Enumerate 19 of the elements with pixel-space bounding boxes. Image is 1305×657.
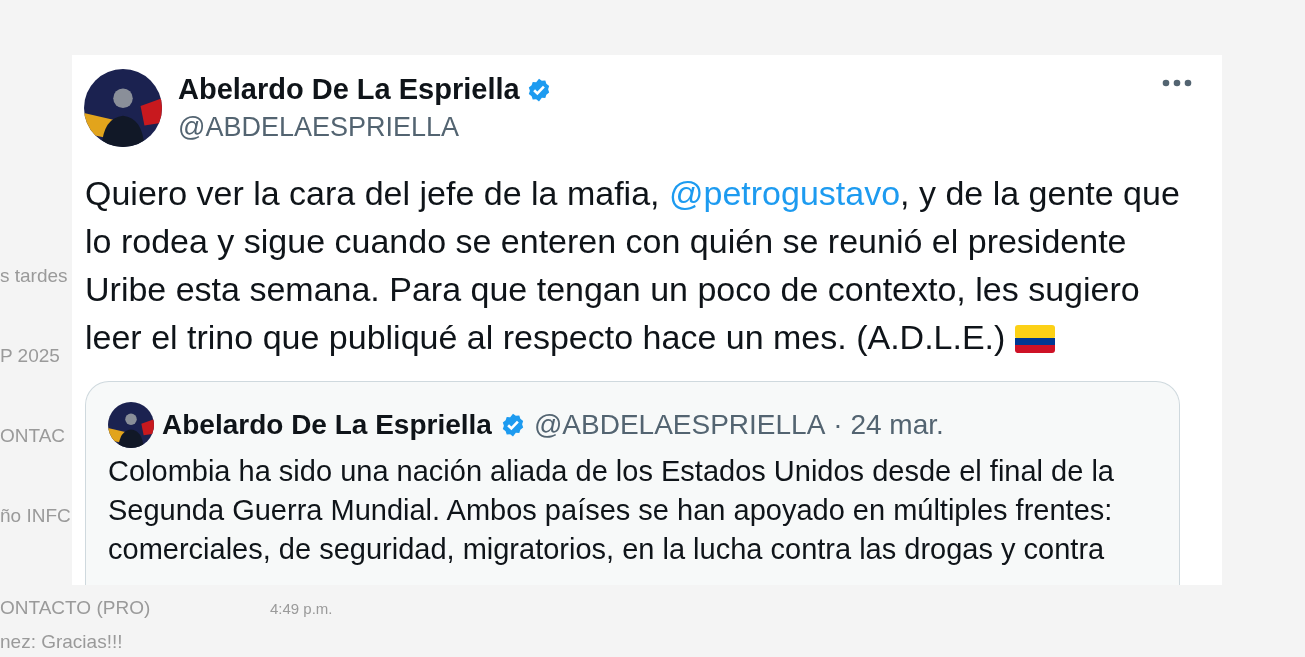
background-text: P 2025: [0, 345, 61, 367]
chat-time: 4:49 p.m.: [270, 600, 333, 617]
post-text: Quiero ver la cara del jefe de la mafia, @petrogustavo, y de la gente que lo rodea y sigue cuando se enteren con quién se reunió el presidente Uribe esta semana. Para que tengan un poco de contexto, les sugiero leer el trino que publiqué al respecto hace un mes. (A.D.L.E.): [85, 173, 1180, 358]
quoted-author-name: Abelardo De La Espriella: [162, 409, 492, 441]
background-text: s tardes: [0, 265, 69, 287]
chat-preview: nez: Gracias!!!: [0, 631, 124, 653]
flag-icon: [1014, 325, 1055, 353]
quoted-post[interactable]: [85, 381, 1180, 585]
chat-title: ONTACTO (PRO): [0, 597, 152, 619]
background-text: ONTAC: [0, 425, 67, 447]
author-name: Abelardo De La Espriella: [178, 73, 520, 106]
background-text: ño INFC: [0, 505, 72, 527]
avatar-icon: [108, 402, 154, 448]
quoted-author-handle: @ABDELAESPRIELLA: [533, 409, 826, 441]
post-date: · 24 mar.: [833, 409, 944, 441]
quoted-post-text: Colombia ha sido una nación aliada de los Estados Unidos desde el final de la Segunda Guerra Mundial. Ambos países se han apoyado en múltiples frentes: comerciales, de seguridad, migratorios, en la lucha contra las drogas y contra: [108, 454, 1115, 567]
more-icon[interactable]: [1162, 79, 1192, 87]
author-handle: @ABDELAESPRIELLA: [178, 112, 461, 143]
mention-link[interactable]: @petrogustavo: [668, 174, 901, 212]
